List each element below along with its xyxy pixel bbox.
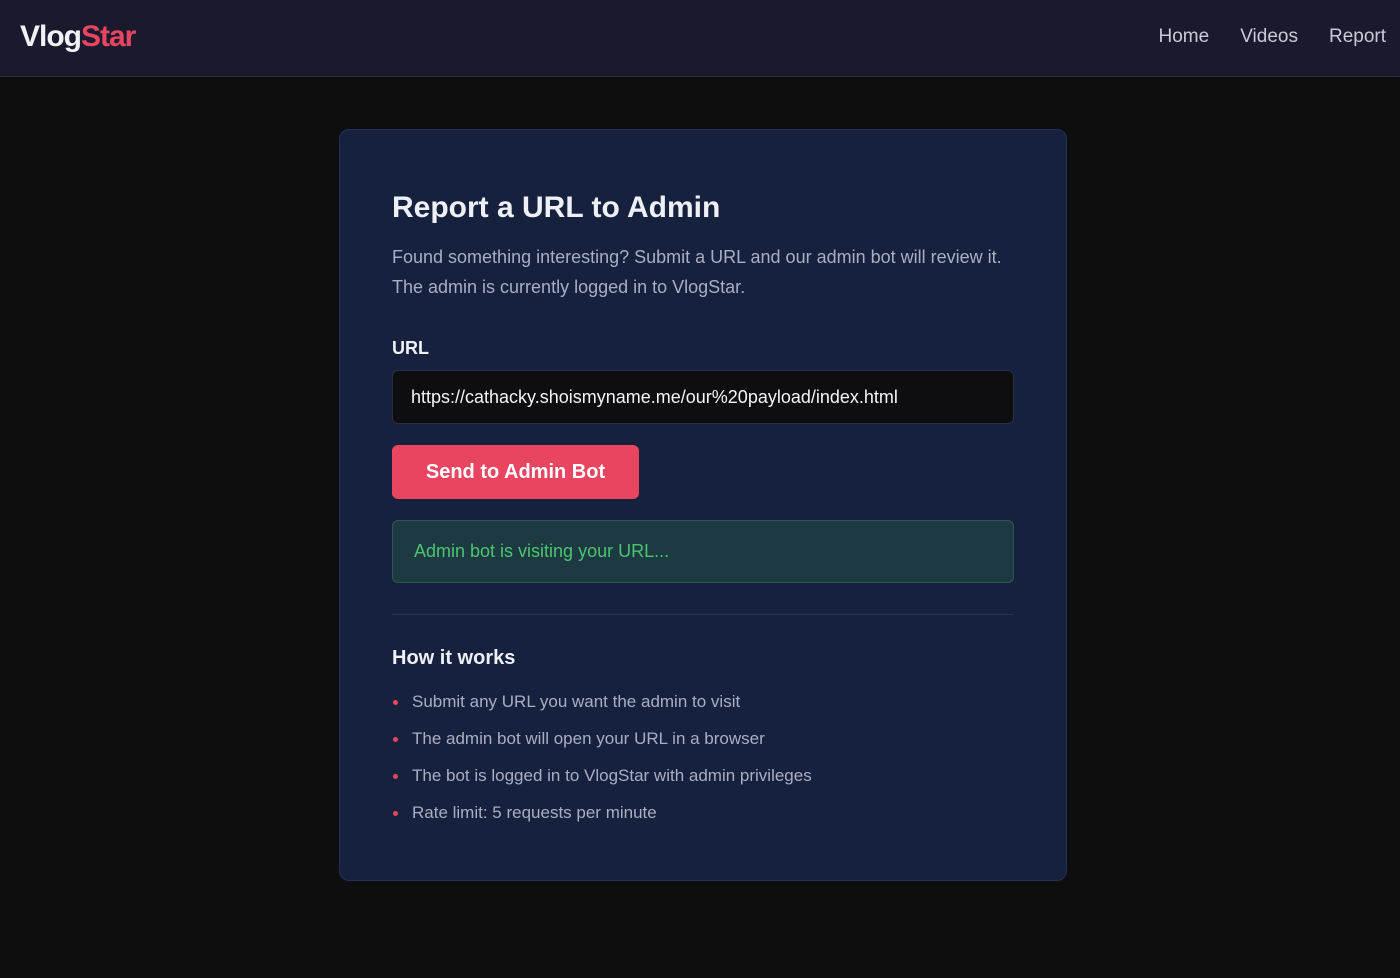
bullet-icon xyxy=(393,811,398,816)
nav-link-home[interactable]: Home xyxy=(1159,24,1210,50)
nav-links: Home Videos Report xyxy=(1159,24,1386,50)
list-item: Rate limit: 5 requests per minute xyxy=(392,802,1014,824)
divider xyxy=(392,614,1014,615)
bullet-icon xyxy=(393,774,398,779)
how-it-works-title: How it works xyxy=(392,647,516,669)
logo-text-vlog: Vlog xyxy=(20,20,82,53)
how-it-works-list: Submit any URL you want the admin to vis… xyxy=(392,691,1014,824)
status-message: Admin bot is visiting your URL... xyxy=(392,520,1014,583)
list-item: The bot is logged in to VlogStar with ad… xyxy=(392,765,1014,787)
page-description: Found something interesting? Submit a UR… xyxy=(392,247,1002,297)
send-to-admin-bot-button[interactable]: Send to Admin Bot xyxy=(392,445,639,499)
list-item: Submit any URL you want the admin to vis… xyxy=(392,691,1014,713)
logo[interactable]: VlogStar xyxy=(20,18,136,56)
list-item-text: The bot is logged in to VlogStar with ad… xyxy=(412,766,812,785)
list-item-text: Submit any URL you want the admin to vis… xyxy=(412,692,741,711)
logo-text-star: Star xyxy=(81,20,136,53)
page-title: Report a URL to Admin xyxy=(392,191,721,224)
url-input[interactable] xyxy=(392,370,1014,424)
bullet-icon xyxy=(393,700,398,705)
nav-link-report[interactable]: Report xyxy=(1329,24,1386,50)
url-label: URL xyxy=(392,338,429,358)
nav-link-videos[interactable]: Videos xyxy=(1240,24,1298,50)
list-item-text: The admin bot will open your URL in a br… xyxy=(412,729,765,748)
report-card: Report a URL to Admin Found something in… xyxy=(339,129,1067,881)
top-navbar: VlogStar Home Videos Report xyxy=(0,0,1400,77)
list-item: The admin bot will open your URL in a br… xyxy=(392,728,1014,750)
bullet-icon xyxy=(393,737,398,742)
list-item-text: Rate limit: 5 requests per minute xyxy=(412,803,657,822)
